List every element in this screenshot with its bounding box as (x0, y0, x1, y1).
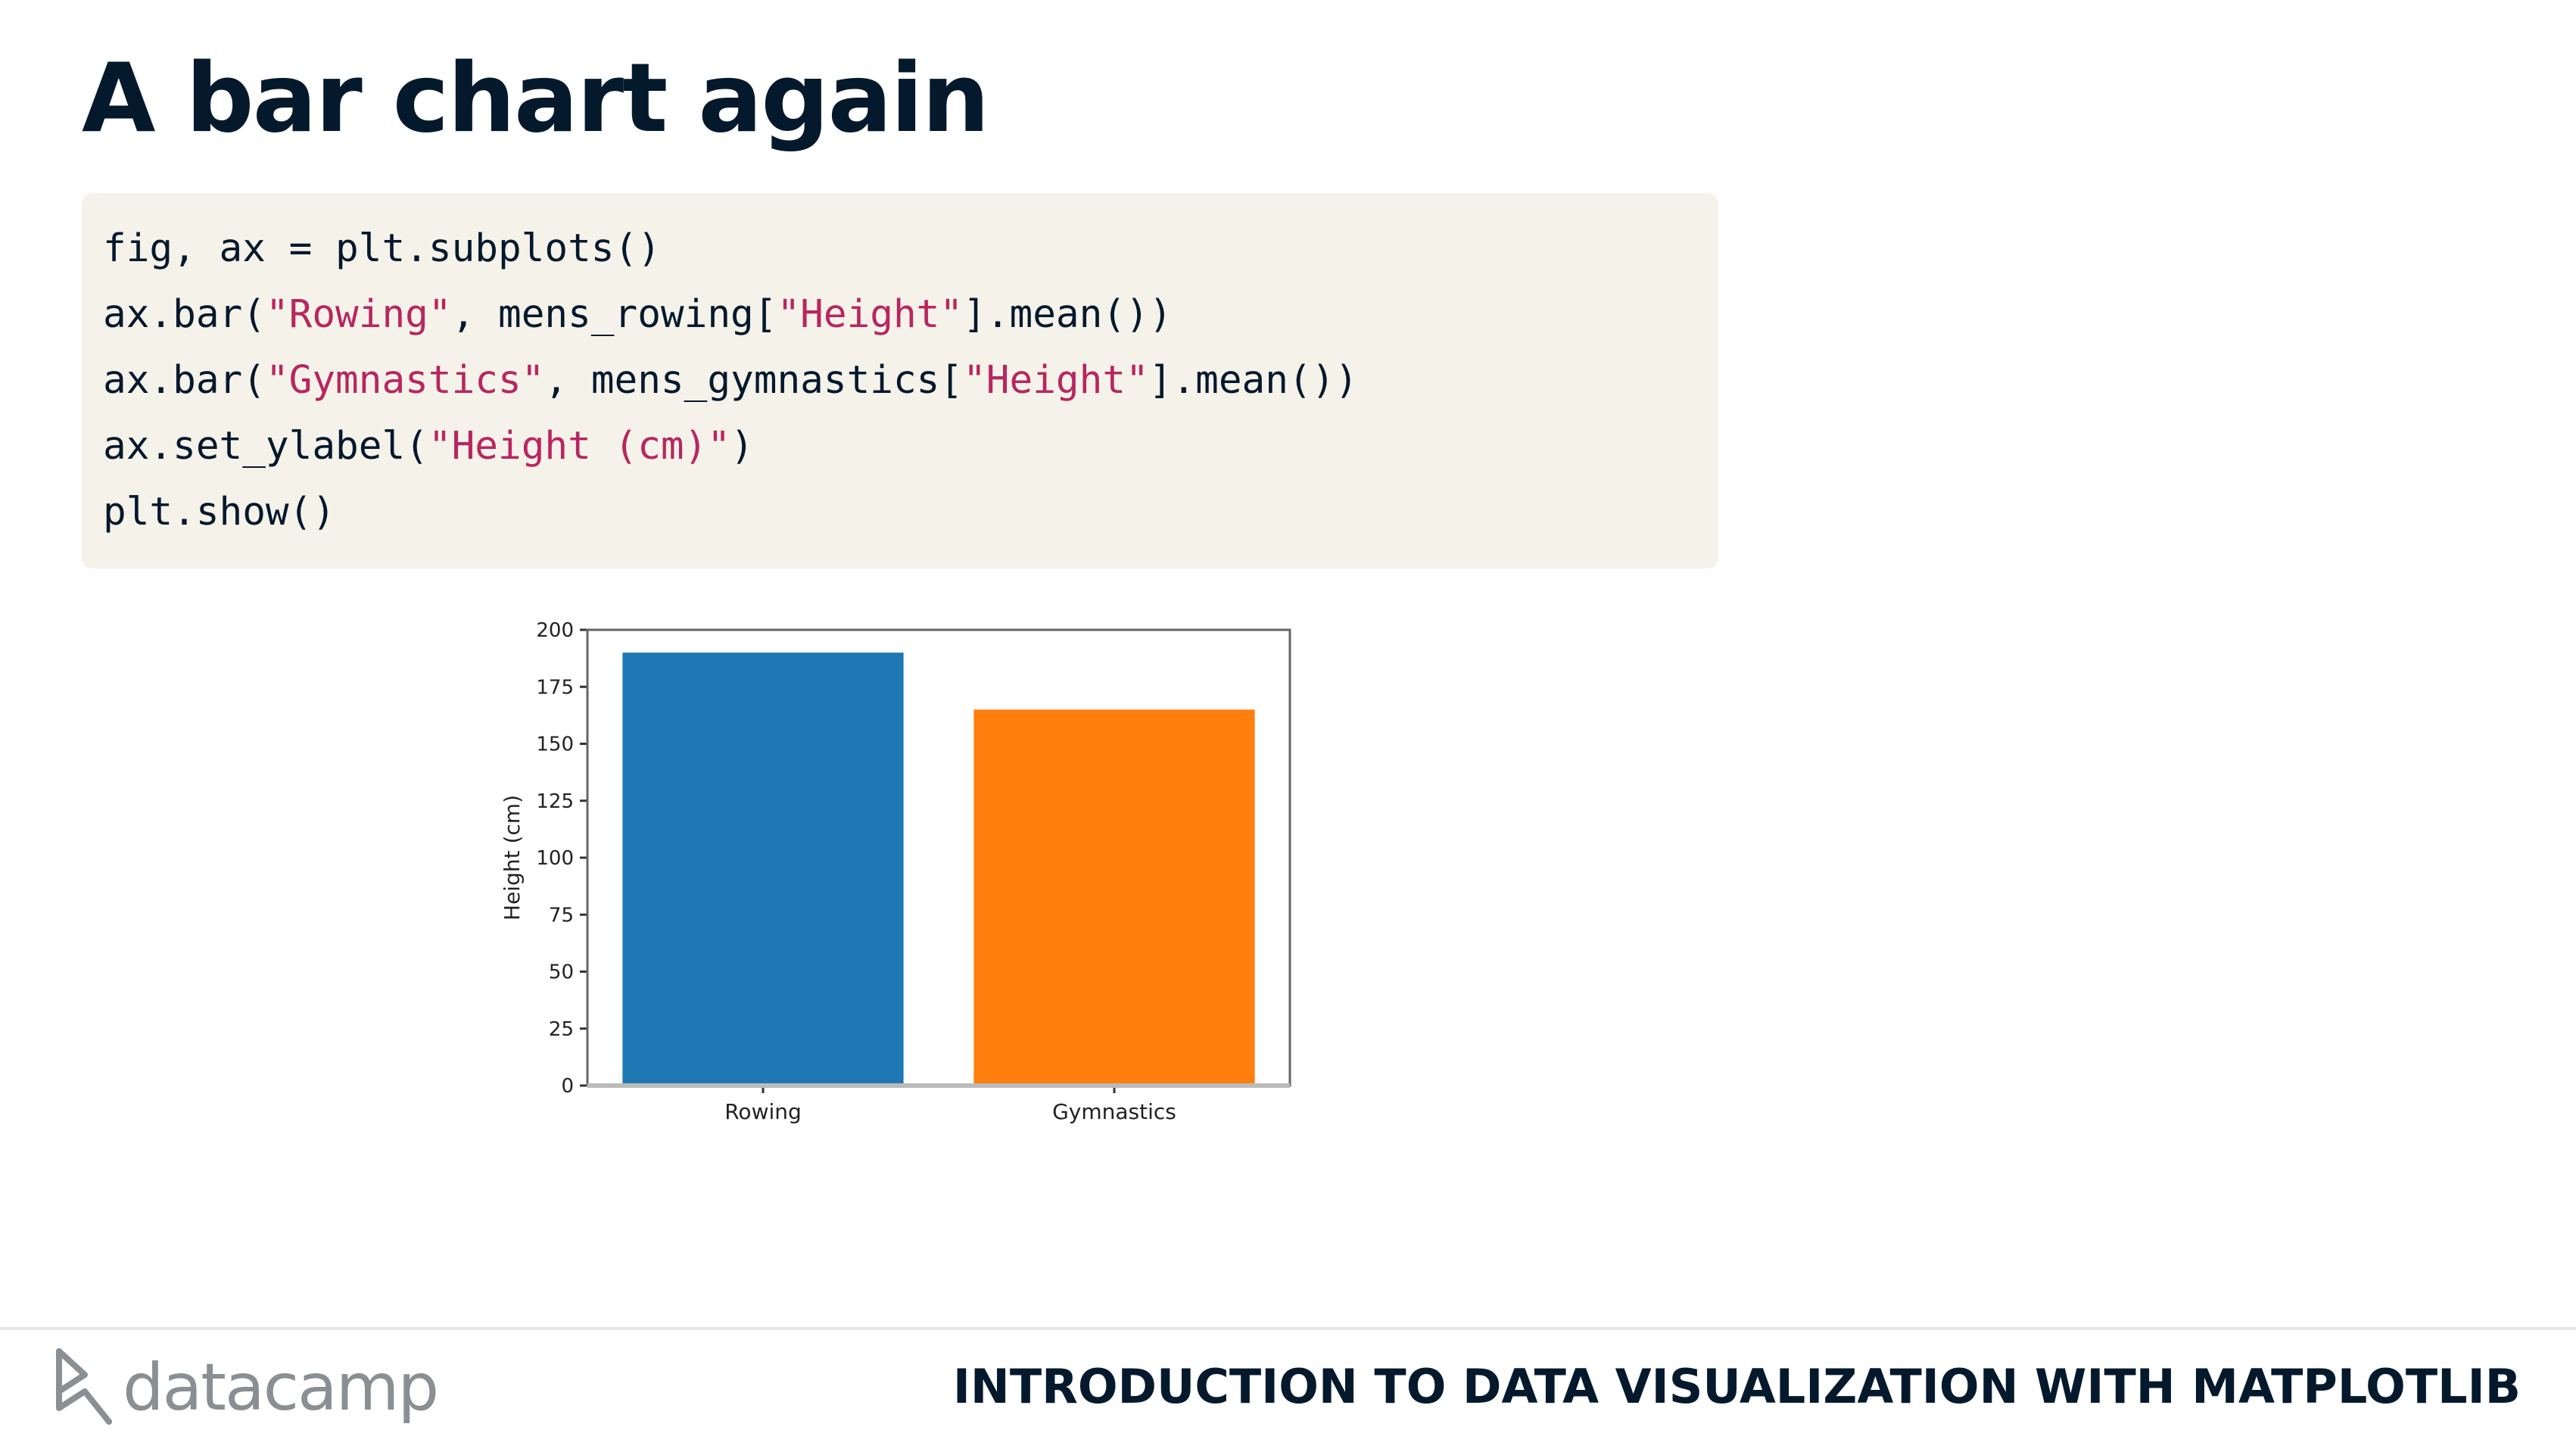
y-tick-label: 150 (536, 734, 574, 756)
y-tick-label: 0 (561, 1075, 574, 1098)
bar-rowing (622, 653, 904, 1086)
datacamp-logo-icon (56, 1348, 112, 1425)
datacamp-logo: datacamp (53, 1348, 447, 1431)
y-tick-label: 125 (536, 790, 574, 813)
y-tick-label: 200 (536, 619, 574, 642)
footer-divider (0, 1327, 2576, 1330)
y-tick-label: 75 (549, 904, 574, 927)
y-tick-label: 25 (549, 1018, 574, 1041)
y-tick-label: 175 (536, 676, 574, 699)
y-axis-label: Height (cm) (500, 795, 525, 921)
x-tick-label: Rowing (724, 1099, 802, 1124)
bar-gymnastics (973, 709, 1255, 1086)
y-tick-label: 50 (549, 961, 574, 984)
chart-area: Rowing Gymnastics 0 25 50 75 100 125 150 175 200 He… (0, 0, 2576, 1451)
course-title: INTRODUCTION TO DATA VISUALIZATION WITH … (952, 1359, 2521, 1414)
datacamp-logo-text: datacamp (123, 1350, 439, 1425)
bar-chart: Rowing Gymnastics 0 25 50 75 100 125 150 175 200 He… (500, 619, 1291, 1124)
x-tick-label: Gymnastics (1052, 1099, 1176, 1124)
y-tick-label: 100 (536, 847, 574, 870)
